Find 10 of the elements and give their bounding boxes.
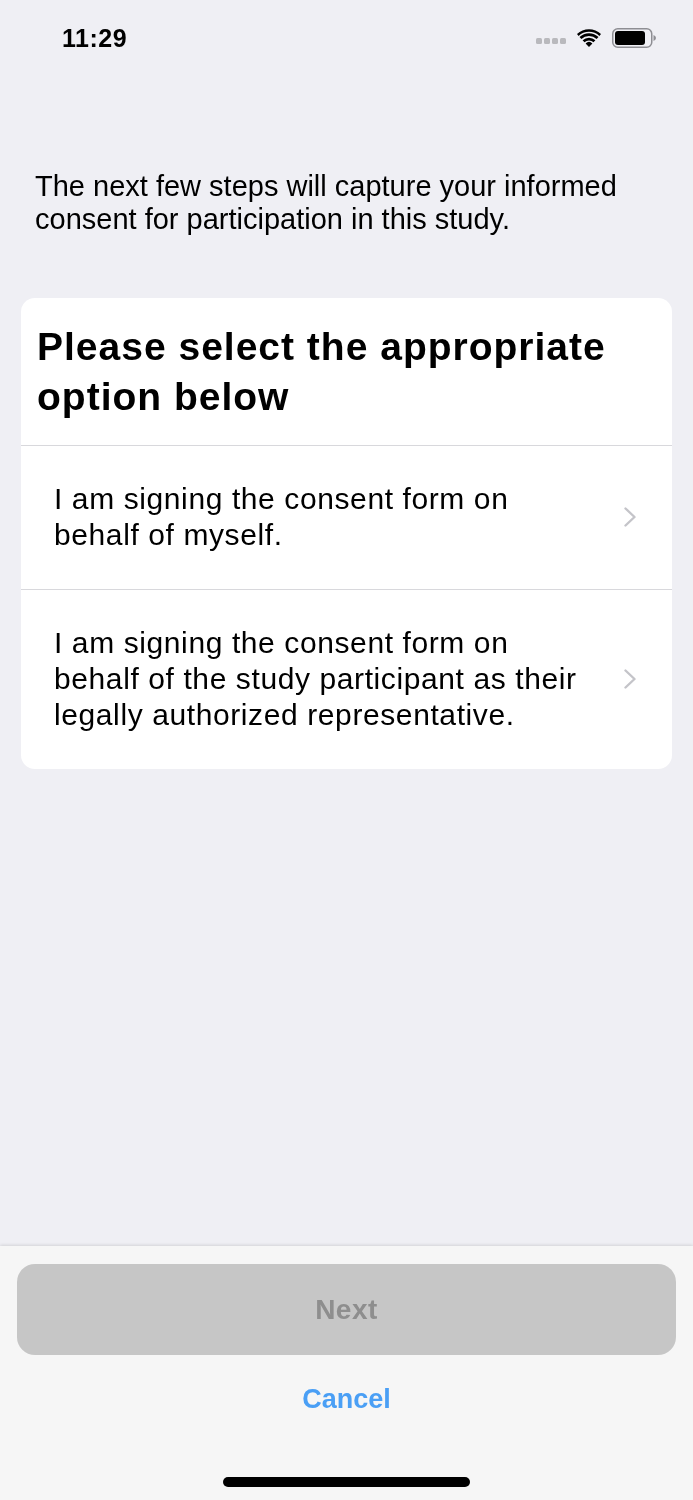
signal-dots-icon [536,38,566,44]
battery-icon [612,28,656,48]
card-title: Please select the appropriate option below [36,324,607,420]
wifi-icon [577,29,601,47]
chevron-right-icon [624,507,636,527]
option-row[interactable]: I am signing the consent form on behalf of the study participant as their legally authorized representative. [21,589,672,769]
status-time: 11:29 [62,23,128,53]
option-row[interactable]: I am signing the consent form on behalf of myself. [21,445,672,589]
intro-text: The next few steps will capture your informed consent for participation in this study. [34,170,618,236]
chevron-right-icon [624,669,636,689]
